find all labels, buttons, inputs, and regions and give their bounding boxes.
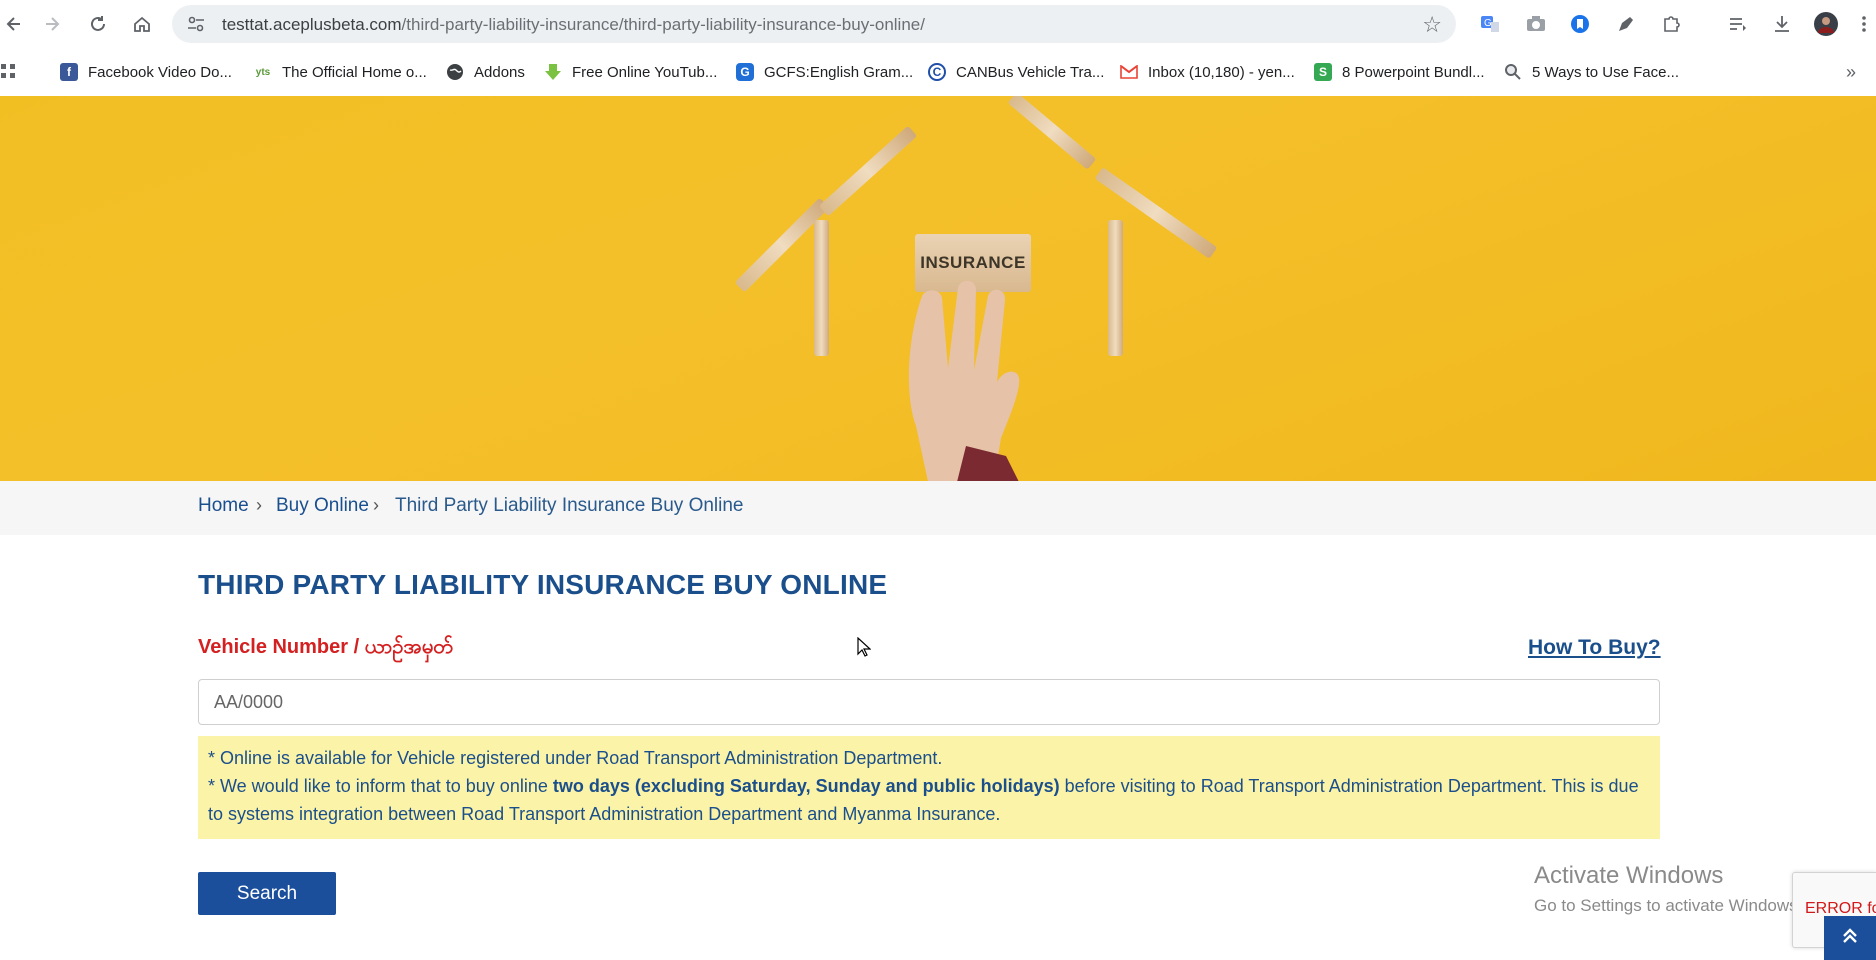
double-chevron-up-icon bbox=[1841, 925, 1859, 951]
download-arrow-icon bbox=[544, 63, 562, 81]
vehicle-number-input[interactable] bbox=[198, 679, 1660, 725]
bookmark-5-ways[interactable]: 5 Ways to Use Face... bbox=[1504, 60, 1679, 84]
notice-line-2-start: * We would like to inform that to buy on… bbox=[208, 776, 553, 796]
bookmark-free-online-youtube[interactable]: Free Online YouTub... bbox=[544, 60, 717, 84]
green-s-icon: S bbox=[1314, 63, 1332, 81]
chevron-right-icon: › bbox=[373, 495, 379, 515]
activate-windows-watermark: Activate Windows Go to Settings to activ… bbox=[1534, 862, 1802, 916]
bookmark-official-home[interactable]: yts The Official Home o... bbox=[254, 60, 427, 84]
bookmark-label: CANBus Vehicle Tra... bbox=[956, 63, 1105, 81]
site-info-icon[interactable] bbox=[186, 14, 206, 34]
how-to-buy-link[interactable]: How To Buy? bbox=[1528, 636, 1661, 660]
activate-windows-title: Activate Windows bbox=[1534, 862, 1724, 889]
bookmark-label: Facebook Video Do... bbox=[88, 63, 232, 81]
profile-avatar-icon[interactable] bbox=[1814, 12, 1838, 36]
breadcrumb: Home › Buy Online › Third Party Liabilit… bbox=[0, 481, 1876, 535]
forward-icon[interactable] bbox=[38, 10, 66, 38]
back-icon[interactable] bbox=[0, 10, 28, 38]
pen-extension-icon[interactable] bbox=[1614, 12, 1638, 36]
svg-text:G: G bbox=[1484, 18, 1492, 29]
insurance-block-text: INSURANCE bbox=[920, 253, 1026, 272]
notice-line-2-emphasis: two days (excluding Saturday, Sunday and… bbox=[552, 776, 1060, 796]
url-path: /third-party-liability-insurance/third-p… bbox=[401, 15, 925, 34]
scroll-to-top-button[interactable] bbox=[1824, 916, 1876, 960]
hero-banner: INSURANCE bbox=[0, 96, 1876, 481]
bookmark-label: Addons bbox=[474, 63, 525, 81]
apps-grid-icon[interactable] bbox=[0, 60, 18, 84]
search-button[interactable]: Search bbox=[198, 872, 336, 915]
bookmark-gcfs-english[interactable]: G GCFS:English Gram... bbox=[736, 60, 913, 84]
roof-stick-left-upper bbox=[818, 125, 918, 217]
bookmark-canbus[interactable]: C CANBus Vehicle Tra... bbox=[928, 60, 1104, 84]
gcfs-icon: G bbox=[736, 63, 754, 81]
globe-icon bbox=[446, 63, 464, 81]
download-icon[interactable] bbox=[1770, 12, 1794, 36]
gmail-icon bbox=[1120, 63, 1138, 81]
blue-bookmark-extension-icon[interactable] bbox=[1568, 12, 1592, 36]
bookmark-label: Inbox (10,180) - yen... bbox=[1148, 63, 1295, 81]
bookmark-addons[interactable]: Addons bbox=[446, 60, 525, 84]
bookmark-star-icon[interactable]: ☆ bbox=[1422, 12, 1442, 38]
page-title: THIRD PARTY LIABILITY INSURANCE BUY ONLI… bbox=[198, 569, 888, 600]
breadcrumb-buy-online[interactable]: Buy Online bbox=[276, 495, 369, 517]
bookmark-label: GCFS:English Gram... bbox=[764, 63, 914, 81]
magnifier-icon bbox=[1504, 63, 1522, 81]
chevron-right-icon: › bbox=[256, 495, 262, 515]
roof-stick-right-upper bbox=[1007, 96, 1097, 170]
recaptcha-error-text: ERROR for site owner: Invalid key type bbox=[1805, 900, 1876, 917]
facebook-icon: f bbox=[60, 63, 78, 81]
bookmark-gmail-inbox[interactable]: Inbox (10,180) - yen... bbox=[1120, 60, 1295, 84]
notice-box: * Online is available for Vehicle regist… bbox=[198, 736, 1660, 839]
url-text: testtat.aceplusbeta.com/third-party-liab… bbox=[222, 15, 925, 35]
wall-stick-left bbox=[814, 220, 829, 356]
notice-line-1: * Online is available for Vehicle regist… bbox=[208, 748, 943, 768]
bookmark-label: 5 Ways to Use Face... bbox=[1532, 63, 1679, 81]
notice-line-2: * We would like to inform that to buy on… bbox=[208, 772, 1650, 828]
yts-icon: yts bbox=[255, 66, 271, 78]
home-icon[interactable] bbox=[128, 10, 156, 38]
breadcrumb-home[interactable]: Home bbox=[198, 495, 249, 517]
activate-windows-subtitle: Go to Settings to activate Windows. bbox=[1534, 896, 1803, 915]
address-bar[interactable]: testtat.aceplusbeta.com/third-party-liab… bbox=[172, 5, 1456, 43]
camera-icon[interactable] bbox=[1524, 12, 1548, 36]
bookmarks-bar: f Facebook Video Do... yts The Official … bbox=[0, 48, 1876, 97]
vehicle-number-label: Vehicle Number / ယာဥ်အမှတ် bbox=[198, 636, 453, 658]
breadcrumb-current: Third Party Liability Insurance Buy Onli… bbox=[395, 495, 744, 516]
bookmark-facebook-video[interactable]: f Facebook Video Do... bbox=[60, 60, 232, 84]
more-menu-icon[interactable] bbox=[1856, 12, 1872, 36]
bookmark-label: 8 Powerpoint Bundl... bbox=[1342, 63, 1485, 81]
wall-stick-right bbox=[1108, 220, 1123, 356]
hand-image bbox=[908, 280, 1020, 481]
media-queue-icon[interactable] bbox=[1726, 12, 1750, 36]
browser-toolbar: testtat.aceplusbeta.com/third-party-liab… bbox=[0, 0, 1876, 48]
bookmark-label: The Official Home o... bbox=[282, 63, 427, 81]
mouse-cursor-icon bbox=[857, 637, 871, 657]
translate-icon[interactable]: G bbox=[1478, 12, 1502, 36]
bookmark-powerpoint-bundle[interactable]: S 8 Powerpoint Bundl... bbox=[1314, 60, 1485, 84]
reload-icon[interactable] bbox=[84, 10, 112, 38]
puzzle-extensions-icon[interactable] bbox=[1660, 12, 1684, 36]
bookmark-label: Free Online YouTub... bbox=[572, 63, 718, 81]
bookmarks-overflow-icon[interactable]: » bbox=[1846, 60, 1856, 84]
c-logo-icon: C bbox=[928, 63, 946, 81]
url-host: testtat.aceplusbeta.com bbox=[222, 15, 402, 34]
